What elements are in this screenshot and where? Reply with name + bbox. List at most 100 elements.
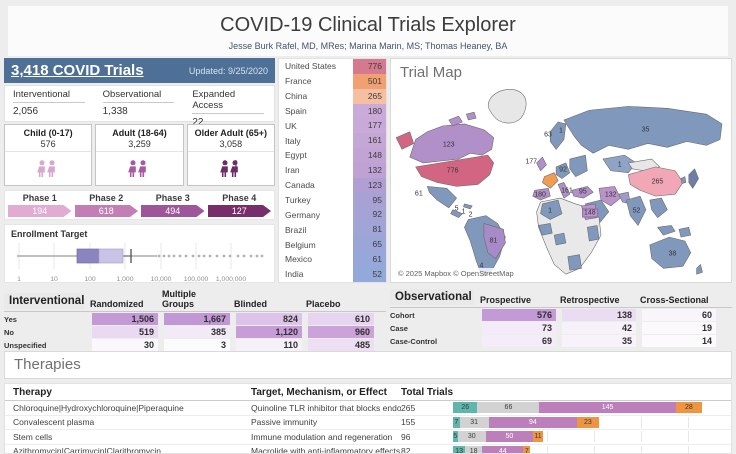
map-region-germany[interactable] <box>555 162 571 179</box>
map-region-south-africa[interactable] <box>567 254 582 271</box>
heat-cell[interactable]: 138 <box>562 309 636 321</box>
therapy-bar-segment[interactable]: 94 <box>488 416 578 428</box>
map-region-greenland[interactable] <box>487 89 527 124</box>
country-row[interactable]: Mexico 61 <box>279 251 386 267</box>
heat-cell[interactable]: 35 <box>562 335 636 347</box>
country-value[interactable]: 52 <box>353 266 386 282</box>
therapy-bar-segment[interactable]: 44 <box>482 445 524 453</box>
map-region-russia[interactable] <box>563 106 723 154</box>
therapy-bar-segment[interactable]: 30 <box>457 431 486 443</box>
map-region-indonesia[interactable] <box>657 225 692 238</box>
map-region-eastern-europe[interactable] <box>569 154 588 177</box>
country-row[interactable]: Turkey 95 <box>279 192 386 208</box>
therapy-bar-segment[interactable]: 7 <box>453 416 460 428</box>
therapy-bar-segment[interactable]: 7 <box>523 445 531 453</box>
map-region-scandinavia[interactable] <box>549 121 567 150</box>
heat-cell[interactable]: 42 <box>562 322 636 334</box>
heat-cell[interactable]: 1,667 <box>164 313 230 325</box>
map-region-australia[interactable] <box>649 236 692 269</box>
enrollment-boxplot[interactable]: 1 10 100 1,000 10,000 100,000 1,000,000 <box>11 239 269 285</box>
heat-cell[interactable]: 110 <box>236 339 302 351</box>
country-value[interactable]: 132 <box>353 162 386 178</box>
country-row[interactable]: France 501 <box>279 73 386 89</box>
map-region-japan[interactable] <box>688 168 699 189</box>
phase-arrow[interactable]: 618 <box>75 205 139 217</box>
therapy-bar-segment[interactable]: 66 <box>477 402 540 414</box>
country-row[interactable]: India 52 <box>279 266 386 282</box>
therapy-bar-segment[interactable]: 23 <box>577 416 599 428</box>
map-region-india[interactable] <box>626 195 647 226</box>
map-region-china[interactable] <box>628 166 684 197</box>
therapy-bar-segment[interactable]: 145 <box>539 402 676 414</box>
country-row[interactable]: Belgium 65 <box>279 237 386 252</box>
map-region-spain[interactable] <box>532 188 551 201</box>
phase-arrow[interactable]: 127 <box>208 205 272 217</box>
country-row[interactable]: Germany 92 <box>279 207 386 223</box>
therapy-row[interactable]: Chloroquine|Hydroxychloroquine|Piperaqui… <box>5 401 731 416</box>
map-region-france[interactable] <box>542 172 559 189</box>
heat-cell[interactable]: 960 <box>308 326 374 338</box>
heat-cell[interactable]: 1,120 <box>236 326 302 338</box>
country-value[interactable]: 65 <box>353 237 386 252</box>
country-value[interactable]: 265 <box>353 88 386 104</box>
therapy-bar-segment[interactable]: 31 <box>459 416 489 428</box>
country-row[interactable]: Italy 161 <box>279 133 386 149</box>
heat-cell[interactable]: 519 <box>92 326 158 338</box>
country-row[interactable]: China 265 <box>279 88 386 104</box>
heat-cell[interactable]: 3 <box>164 339 230 351</box>
country-value[interactable]: 123 <box>353 177 386 193</box>
country-row[interactable]: UK 177 <box>279 118 386 134</box>
country-row[interactable]: Spain 180 <box>279 103 386 119</box>
country-row[interactable]: Iran 132 <box>279 162 386 178</box>
phase-arrow[interactable]: 494 <box>141 205 205 217</box>
map-region-alaska[interactable] <box>395 131 414 150</box>
map-region-uk[interactable] <box>536 156 547 172</box>
heat-cell[interactable]: 485 <box>308 339 374 351</box>
heat-cell[interactable]: 19 <box>642 322 716 334</box>
therapy-bar-segment[interactable]: 11 <box>532 431 544 443</box>
stat-value[interactable]: 2,056 <box>13 103 95 117</box>
heat-cell[interactable]: 385 <box>164 326 230 338</box>
heat-cell[interactable]: 73 <box>482 322 556 334</box>
map-region-new-zealand[interactable] <box>696 264 703 275</box>
map-region-turkey[interactable] <box>571 186 594 199</box>
age-box-0[interactable]: Child (0-17) 576 <box>4 124 93 186</box>
heat-cell[interactable]: 30 <box>92 339 158 351</box>
country-value[interactable]: 776 <box>353 59 386 74</box>
therapy-row[interactable]: Azithromycin|Carrimycin|Clarithromycin Ma… <box>5 445 731 453</box>
therapy-bar-segment[interactable]: 13 <box>453 445 466 453</box>
age-box-1[interactable]: Adult (18-64) 3,259 <box>95 124 184 186</box>
heat-cell[interactable]: 824 <box>236 313 302 325</box>
heat-cell[interactable]: 69 <box>482 335 556 347</box>
therapy-row[interactable]: Convalescent plasma Passive immunity 155 7 3… <box>5 416 731 430</box>
country-value[interactable]: 161 <box>353 133 386 149</box>
stat-value[interactable]: 1,338 <box>103 103 185 117</box>
map-region-italy[interactable] <box>557 182 571 199</box>
age-box-2[interactable]: Older Adult (65+) 3,058 <box>186 124 275 186</box>
country-row[interactable]: Brazil 81 <box>279 222 386 238</box>
map-region-east-africa[interactable] <box>587 225 600 242</box>
country-value[interactable]: 148 <box>353 148 386 163</box>
country-row[interactable]: Egypt 148 <box>279 148 386 163</box>
heat-cell[interactable]: 1,506 <box>92 313 158 325</box>
country-row[interactable]: United States 776 <box>279 59 386 74</box>
therapy-bar-segment[interactable]: 50 <box>485 431 533 443</box>
country-value[interactable]: 177 <box>353 118 386 134</box>
country-value[interactable]: 61 <box>353 251 386 267</box>
world-map[interactable] <box>391 81 731 281</box>
therapy-bar-segment[interactable]: 18 <box>465 445 483 453</box>
heat-cell[interactable]: 14 <box>642 335 716 347</box>
therapy-bar-segment[interactable]: 28 <box>675 402 703 414</box>
map-region-korea[interactable] <box>680 176 687 184</box>
heat-cell[interactable]: 610 <box>308 313 374 325</box>
country-value[interactable]: 92 <box>353 207 386 223</box>
map-region-caribbean[interactable] <box>463 203 473 210</box>
therapy-row[interactable]: Stem cells Immune modulation and regenera… <box>5 430 731 445</box>
map-region-central-america[interactable] <box>450 209 463 218</box>
country-row[interactable]: Canada 123 <box>279 177 386 193</box>
heat-cell[interactable]: 60 <box>642 309 716 321</box>
country-value[interactable]: 81 <box>353 222 386 238</box>
country-value[interactable]: 501 <box>353 73 386 89</box>
heat-cell[interactable]: 576 <box>482 309 556 321</box>
country-value[interactable]: 180 <box>353 103 386 119</box>
